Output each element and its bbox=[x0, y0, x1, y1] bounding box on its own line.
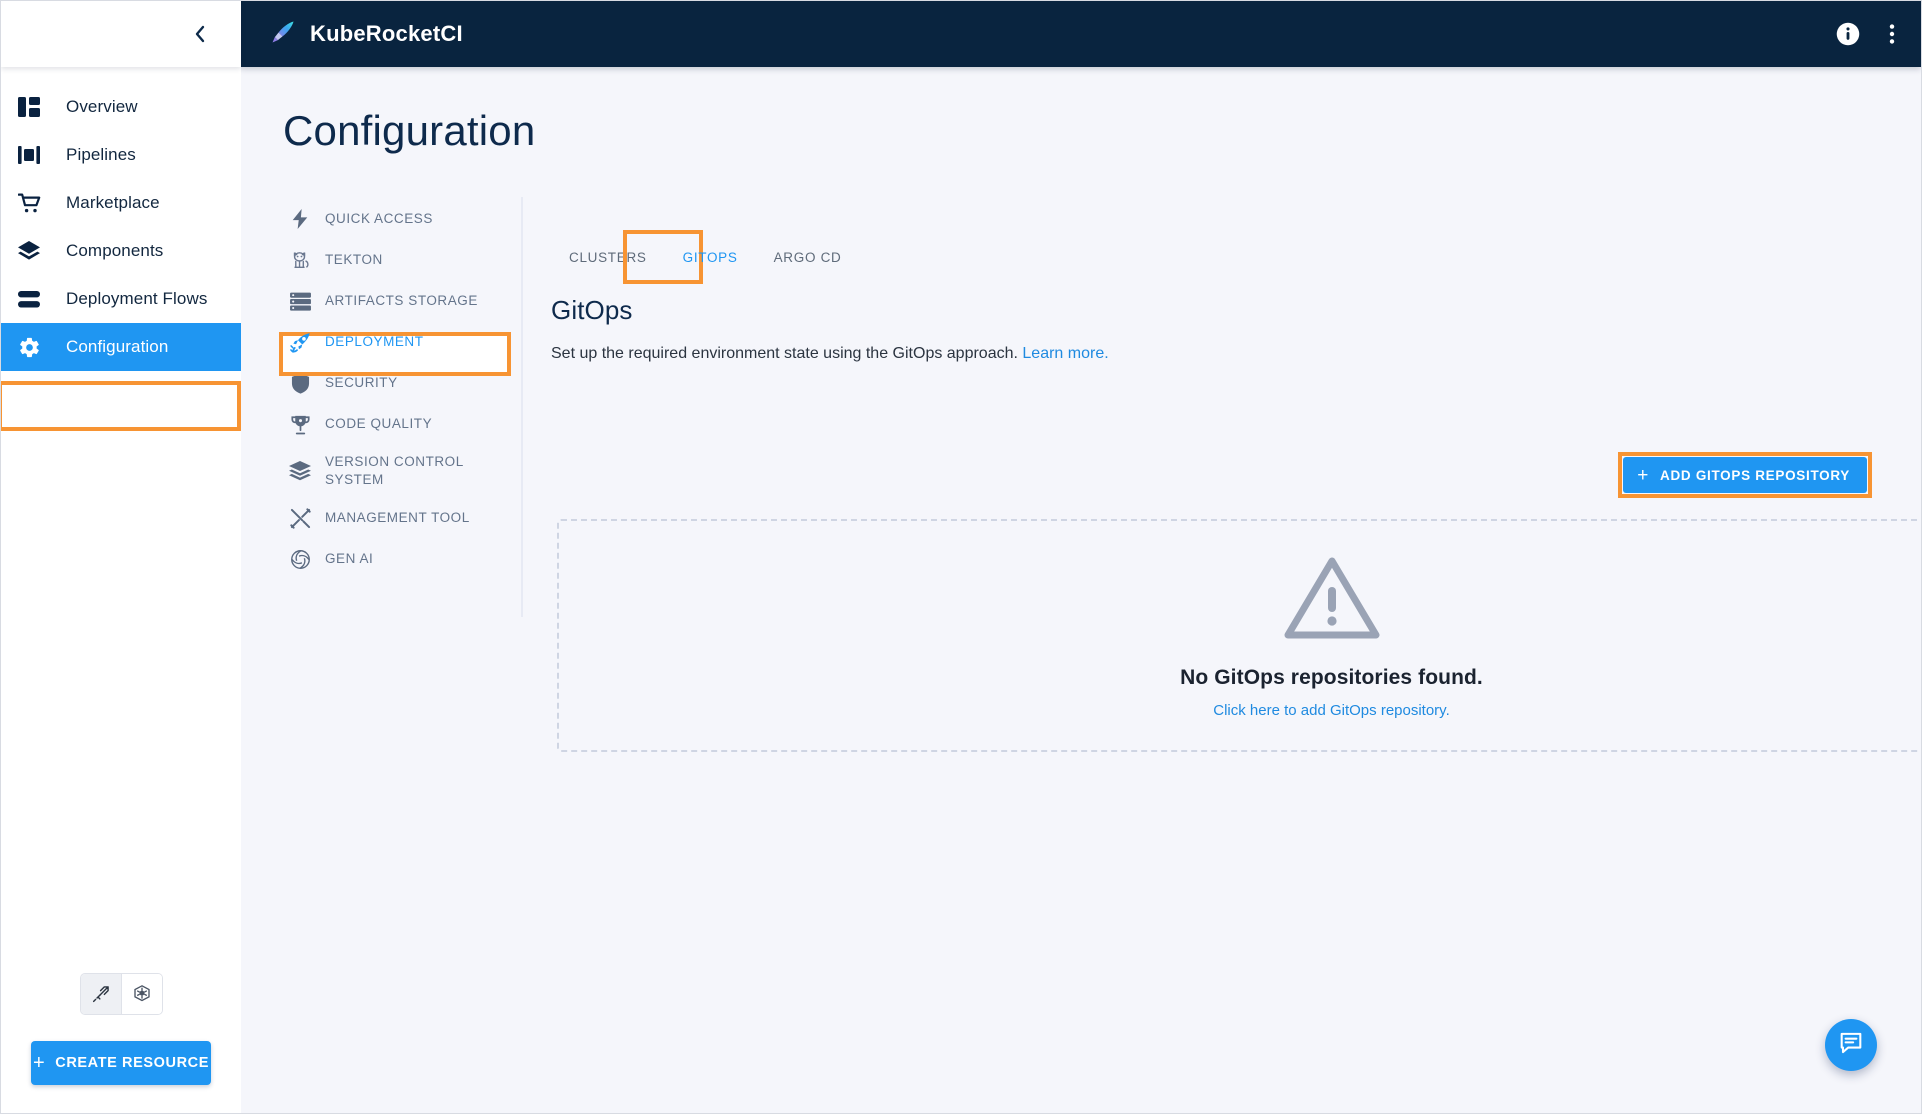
empty-state-link[interactable]: Click here to add GitOps repository. bbox=[1213, 702, 1449, 719]
section-title: GitOps bbox=[551, 295, 633, 325]
add-gitops-repository-label: ADD GITOPS REPOSITORY bbox=[1660, 467, 1850, 483]
sidebar-item-deployment-flows[interactable]: Deployment Flows bbox=[1, 275, 241, 323]
rocket-pen-logo-icon bbox=[269, 18, 297, 51]
chevron-left-icon[interactable] bbox=[187, 21, 213, 47]
config-item-label: QUICK ACCESS bbox=[325, 210, 433, 226]
learn-more-link[interactable]: Learn more. bbox=[1022, 345, 1108, 362]
config-item-artifacts-storage[interactable]: ARTIFACTS STORAGE bbox=[283, 284, 523, 318]
trophy-icon bbox=[287, 414, 313, 435]
config-item-label: ARTIFACTS STORAGE bbox=[325, 292, 478, 308]
more-vertical-icon[interactable] bbox=[1889, 22, 1895, 46]
kubernetes-icon[interactable] bbox=[121, 974, 162, 1014]
app-window: Overview Pipelines Marketplace Component… bbox=[0, 0, 1922, 1114]
content-tabs: CLUSTERS GITOPS ARGO CD bbox=[551, 235, 860, 279]
tab-label: CLUSTERS bbox=[569, 249, 647, 265]
topbar-actions bbox=[1835, 21, 1895, 47]
config-item-version-control-system[interactable]: VERSION CONTROL SYSTEM bbox=[283, 448, 523, 494]
info-icon[interactable] bbox=[1835, 21, 1861, 47]
tab-argo-cd[interactable]: ARGO CD bbox=[756, 235, 860, 279]
config-item-label: GEN AI bbox=[325, 551, 374, 567]
tab-gitops[interactable]: GITOPS bbox=[665, 235, 756, 279]
sidebar-item-marketplace[interactable]: Marketplace bbox=[1, 179, 241, 227]
sidebar-item-pipelines[interactable]: Pipelines bbox=[1, 131, 241, 179]
config-item-security[interactable]: SECURITY bbox=[283, 366, 523, 400]
warning-triangle-icon bbox=[1282, 553, 1382, 648]
sidebar-item-configuration[interactable]: Configuration bbox=[1, 323, 241, 371]
layers-icon bbox=[287, 460, 313, 482]
brand-title: KubeRocketCI bbox=[310, 21, 463, 46]
config-item-gen-ai[interactable]: GEN AI bbox=[283, 542, 523, 576]
config-item-management-tool[interactable]: MANAGEMENT TOOL bbox=[283, 501, 523, 535]
main-content: Configuration QUICK ACCESS TEKTON ARTIFA… bbox=[241, 67, 1921, 1113]
storage-icon bbox=[287, 292, 313, 311]
stack-icon bbox=[18, 287, 48, 311]
sidebar-header bbox=[1, 1, 241, 67]
dashboard-icon bbox=[18, 95, 48, 119]
sidebar-item-components[interactable]: Components bbox=[1, 227, 241, 275]
sidebar-item-label: Pipelines bbox=[66, 145, 136, 164]
sidebar-footer: + CREATE RESOURCE bbox=[1, 973, 241, 1113]
rocket-icon bbox=[287, 331, 313, 354]
theme-toggle-group bbox=[79, 973, 163, 1015]
krci-sword-icon[interactable] bbox=[80, 974, 121, 1014]
sidebar-item-label: Configuration bbox=[66, 337, 169, 356]
sidebar-item-overview[interactable]: Overview bbox=[1, 83, 241, 131]
chat-fab-button[interactable] bbox=[1825, 1019, 1877, 1071]
add-gitops-repository-button[interactable]: + ADD GITOPS REPOSITORY bbox=[1623, 457, 1867, 493]
config-sub-nav: QUICK ACCESS TEKTON ARTIFACTS STORAGE DE… bbox=[283, 202, 523, 583]
pipelines-icon bbox=[18, 143, 48, 167]
cart-icon bbox=[18, 191, 48, 215]
layers-icon bbox=[18, 239, 48, 263]
tekton-cat-icon bbox=[287, 249, 313, 271]
tab-label: ARGO CD bbox=[773, 249, 842, 265]
annotation-highlight-configuration bbox=[1, 381, 241, 431]
sidebar-item-label: Deployment Flows bbox=[66, 289, 208, 308]
empty-state-panel: No GitOps repositories found. Click here… bbox=[557, 519, 1921, 752]
config-item-quick-access[interactable]: QUICK ACCESS bbox=[283, 202, 523, 236]
config-item-label: CODE QUALITY bbox=[325, 415, 433, 431]
sidebar-item-label: Marketplace bbox=[66, 193, 160, 212]
tools-icon bbox=[287, 508, 313, 529]
section-description-text: Set up the required environment state us… bbox=[551, 345, 1018, 362]
brand[interactable]: KubeRocketCI bbox=[269, 18, 463, 51]
sidebar-item-label: Components bbox=[66, 241, 164, 260]
create-resource-button[interactable]: + CREATE RESOURCE bbox=[31, 1041, 211, 1085]
tab-label: GITOPS bbox=[682, 249, 738, 265]
openai-icon bbox=[287, 549, 313, 570]
chat-bubble-icon bbox=[1838, 1030, 1864, 1061]
config-item-label: DEPLOYMENT bbox=[325, 333, 424, 349]
plus-icon: + bbox=[1637, 464, 1650, 486]
tab-clusters[interactable]: CLUSTERS bbox=[551, 235, 665, 279]
config-item-deployment[interactable]: DEPLOYMENT bbox=[283, 325, 523, 359]
top-bar: KubeRocketCI bbox=[241, 1, 1921, 67]
lightning-icon bbox=[287, 209, 313, 229]
add-gitops-repository-wrap: + ADD GITOPS REPOSITORY bbox=[1618, 452, 1872, 498]
empty-state-title: No GitOps repositories found. bbox=[1180, 665, 1483, 689]
gear-icon bbox=[18, 335, 48, 359]
config-item-label: VERSION CONTROL SYSTEM bbox=[325, 454, 464, 488]
config-item-tekton[interactable]: TEKTON bbox=[283, 243, 523, 277]
config-item-label: MANAGEMENT TOOL bbox=[325, 510, 470, 526]
config-item-label: SECURITY bbox=[325, 374, 398, 390]
plus-icon: + bbox=[32, 1052, 46, 1074]
sidebar-nav: Overview Pipelines Marketplace Component… bbox=[1, 67, 241, 1113]
left-sidebar: Overview Pipelines Marketplace Component… bbox=[1, 1, 241, 1113]
config-item-code-quality[interactable]: CODE QUALITY bbox=[283, 407, 523, 441]
config-item-label: TEKTON bbox=[325, 251, 383, 267]
shield-icon bbox=[287, 373, 313, 394]
section-description: Set up the required environment state us… bbox=[551, 345, 1109, 363]
create-resource-label: CREATE RESOURCE bbox=[55, 1055, 210, 1071]
page-title: Configuration bbox=[283, 107, 536, 154]
sidebar-item-label: Overview bbox=[66, 97, 138, 116]
